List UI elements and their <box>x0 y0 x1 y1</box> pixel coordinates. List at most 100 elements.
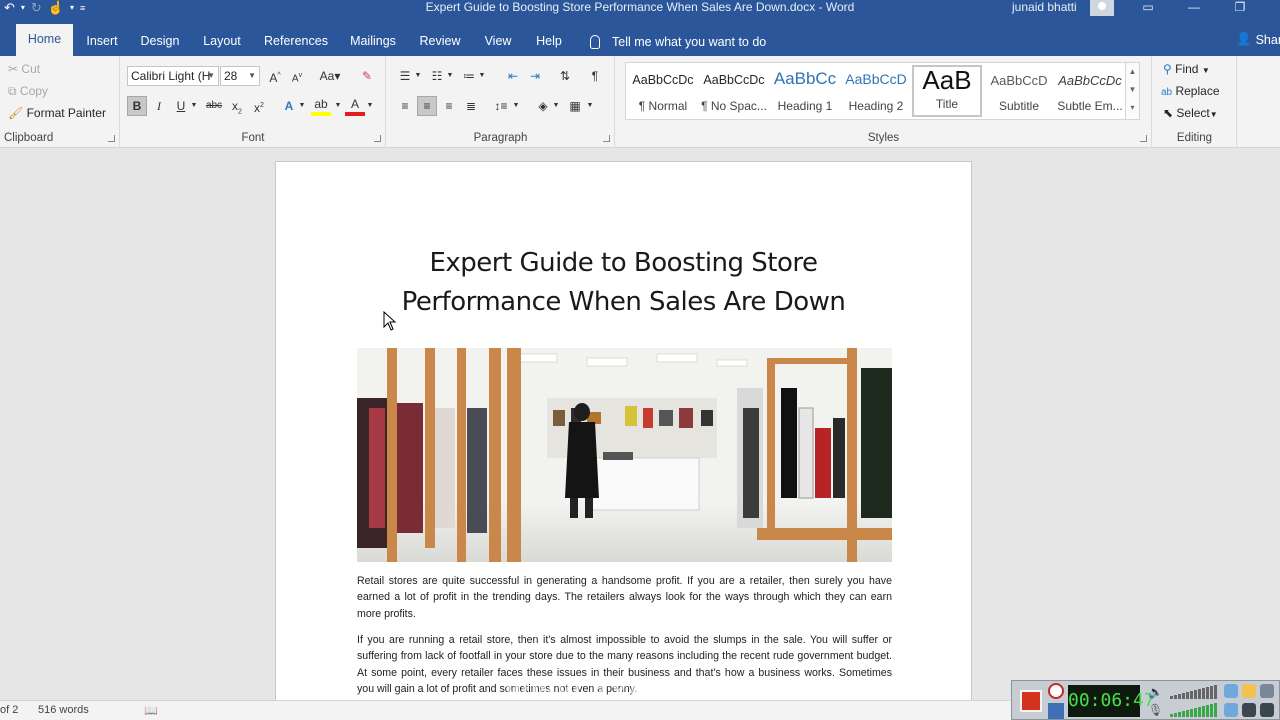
user-name[interactable]: junaid bhatti <box>1012 0 1077 15</box>
subscript-button[interactable]: x2 <box>227 96 247 116</box>
numbering-dropdown-icon[interactable]: ▼ <box>445 66 455 86</box>
shading-icon[interactable]: ◈ <box>533 96 553 116</box>
tell-me-search[interactable]: Tell me what you want to do <box>590 32 766 52</box>
align-right-icon[interactable]: ≡ <box>439 96 459 116</box>
bullets-dropdown-icon[interactable]: ▼ <box>413 66 423 86</box>
line-spacing-icon[interactable]: ↕≡ <box>491 96 511 116</box>
copy-button[interactable]: ⧉ Copy <box>8 84 48 99</box>
shrink-font-icon[interactable]: Av <box>287 66 307 86</box>
alarm-clock-icon[interactable] <box>1048 683 1064 699</box>
font-name-box[interactable]: Calibri Light (H ▼ <box>127 66 219 86</box>
style-heading-1[interactable]: AaBbCc Heading 1 <box>770 65 840 117</box>
select-button[interactable]: ⬉ Select▼ <box>1163 106 1218 120</box>
highlight-dropdown-icon[interactable]: ▼ <box>333 96 343 116</box>
proofing-icon[interactable]: 📖 <box>144 704 158 717</box>
clipboard-label: Clipboard <box>4 132 54 144</box>
shading-dropdown-icon[interactable]: ▼ <box>551 96 561 116</box>
tab-home[interactable]: Home <box>16 24 73 56</box>
tab-references[interactable]: References <box>259 30 333 56</box>
cut-button[interactable]: ✂ Cut <box>8 62 40 76</box>
line-spacing-dropdown-icon[interactable]: ▼ <box>511 96 521 116</box>
dialog-launcher-icon[interactable] <box>603 135 610 142</box>
body-paragraph-1[interactable]: Retail stores are quite successful in ge… <box>357 573 892 622</box>
tab-layout[interactable]: Layout <box>197 30 247 56</box>
increase-indent-icon[interactable]: ⇥ <box>525 66 545 86</box>
strikethrough-button[interactable]: abc <box>203 96 225 116</box>
style-title[interactable]: AaB Title <box>912 65 982 117</box>
stop-record-button[interactable] <box>1020 690 1042 712</box>
store-photo-illustration <box>357 348 892 562</box>
region-icon[interactable] <box>1224 703 1238 717</box>
pause-button[interactable] <box>1048 703 1064 719</box>
microphone-icon[interactable]: 🎙 <box>1148 703 1163 717</box>
gallery-scroll[interactable]: ▲ ▼ ▾ <box>1125 63 1139 119</box>
multilevel-list-icon[interactable]: ≔ <box>459 66 479 86</box>
tab-insert[interactable]: Insert <box>80 30 124 56</box>
tab-design[interactable]: Design <box>135 30 185 56</box>
dialog-launcher-icon[interactable] <box>108 135 115 142</box>
dialog-launcher-icon[interactable] <box>374 135 381 142</box>
bold-button[interactable]: B <box>127 96 147 116</box>
font-size-box[interactable]: 28 ▼ <box>220 66 260 86</box>
borders-icon[interactable]: ▦ <box>565 96 585 116</box>
scroll-down-icon[interactable]: ▼ <box>1126 81 1139 99</box>
text-effects-dropdown-icon[interactable]: ▼ <box>297 96 307 116</box>
store-interior-image[interactable] <box>357 348 892 562</box>
dialog-launcher-icon[interactable] <box>1140 135 1147 142</box>
underline-dropdown-icon[interactable]: ▼ <box>189 96 199 116</box>
decrease-indent-icon[interactable]: ⇤ <box>503 66 523 86</box>
clipboard-group: ✂ Cut ⧉ Copy 🖌 Format Painter Clipboard <box>0 56 120 148</box>
numbering-icon[interactable]: ☷ <box>427 66 447 86</box>
format-painter-button[interactable]: 🖌 Format Painter <box>8 106 106 120</box>
tab-view[interactable]: View <box>478 30 518 56</box>
document-area[interactable]: Expert Guide to Boosting Store Performan… <box>0 148 1280 700</box>
speaker-icon[interactable]: 🔈 <box>1148 685 1163 699</box>
grow-font-icon[interactable]: A^ <box>265 66 285 86</box>
show-formatting-marks-icon[interactable]: ¶ <box>585 66 605 86</box>
superscript-button[interactable]: x2 <box>249 96 269 116</box>
word-count[interactable]: 516 words <box>38 704 89 716</box>
minimize-icon[interactable]: — <box>1171 0 1217 16</box>
share-button[interactable]: 👤 Share <box>1236 32 1280 47</box>
folder-icon[interactable] <box>1242 684 1256 698</box>
style-heading-2[interactable]: AaBbCcD Heading 2 <box>841 65 911 117</box>
crop-icon[interactable] <box>1242 703 1256 717</box>
document-title[interactable]: Expert Guide to Boosting Store Performan… <box>336 244 911 322</box>
bullets-icon[interactable]: ☰ <box>395 66 415 86</box>
fullscreen-icon[interactable] <box>1260 703 1274 717</box>
avatar[interactable] <box>1090 0 1114 16</box>
multilevel-dropdown-icon[interactable]: ▼ <box>477 66 487 86</box>
underline-button[interactable]: U <box>171 96 191 116</box>
align-center-icon[interactable]: ≡ <box>417 96 437 116</box>
page-counter[interactable]: of 2 <box>0 704 18 716</box>
restore-icon[interactable]: ❐ <box>1217 0 1263 16</box>
font-color-icon[interactable]: A <box>345 96 365 116</box>
style-subtle-emphasis[interactable]: AaBbCcDc Subtle Em... <box>1055 65 1125 117</box>
style-subtitle[interactable]: AaBbCcD Subtitle <box>984 65 1054 117</box>
replace-button[interactable]: ab Replace <box>1161 84 1220 98</box>
tab-review[interactable]: Review <box>414 30 466 56</box>
change-case-button[interactable]: Aa▾ <box>315 66 345 86</box>
style-no-spacing[interactable]: AaBbCcDc ¶ No Spac... <box>699 65 769 117</box>
align-left-icon[interactable]: ≡ <box>395 96 415 116</box>
font-color-dropdown-icon[interactable]: ▼ <box>365 96 375 116</box>
tab-mailings[interactable]: Mailings <box>343 30 403 56</box>
gallery-more-icon[interactable]: ▾ <box>1126 99 1139 117</box>
sort-icon[interactable]: ⇅ <box>555 66 575 86</box>
find-button[interactable]: ⚲ Find ▼ <box>1163 62 1210 76</box>
webcam-icon[interactable] <box>1224 684 1238 698</box>
ribbon-display-options-icon[interactable]: ▭ <box>1125 0 1171 16</box>
tab-help[interactable]: Help <box>529 30 569 56</box>
highlight-color-icon[interactable]: ab <box>311 96 331 116</box>
document-page[interactable]: Expert Guide to Boosting Store Performan… <box>275 161 972 700</box>
gear-icon[interactable] <box>1260 684 1274 698</box>
scroll-up-icon[interactable]: ▲ <box>1126 63 1139 81</box>
style-normal[interactable]: AaBbCcDc ¶ Normal <box>628 65 698 117</box>
borders-dropdown-icon[interactable]: ▼ <box>585 96 595 116</box>
text-effects-icon[interactable]: A <box>279 96 299 116</box>
justify-icon[interactable]: ≣ <box>461 96 481 116</box>
change-case-label: Aa <box>319 69 335 83</box>
clear-formatting-icon[interactable]: ✎ <box>357 66 377 86</box>
italic-button[interactable]: I <box>149 96 169 116</box>
font-label: Font <box>241 132 265 144</box>
